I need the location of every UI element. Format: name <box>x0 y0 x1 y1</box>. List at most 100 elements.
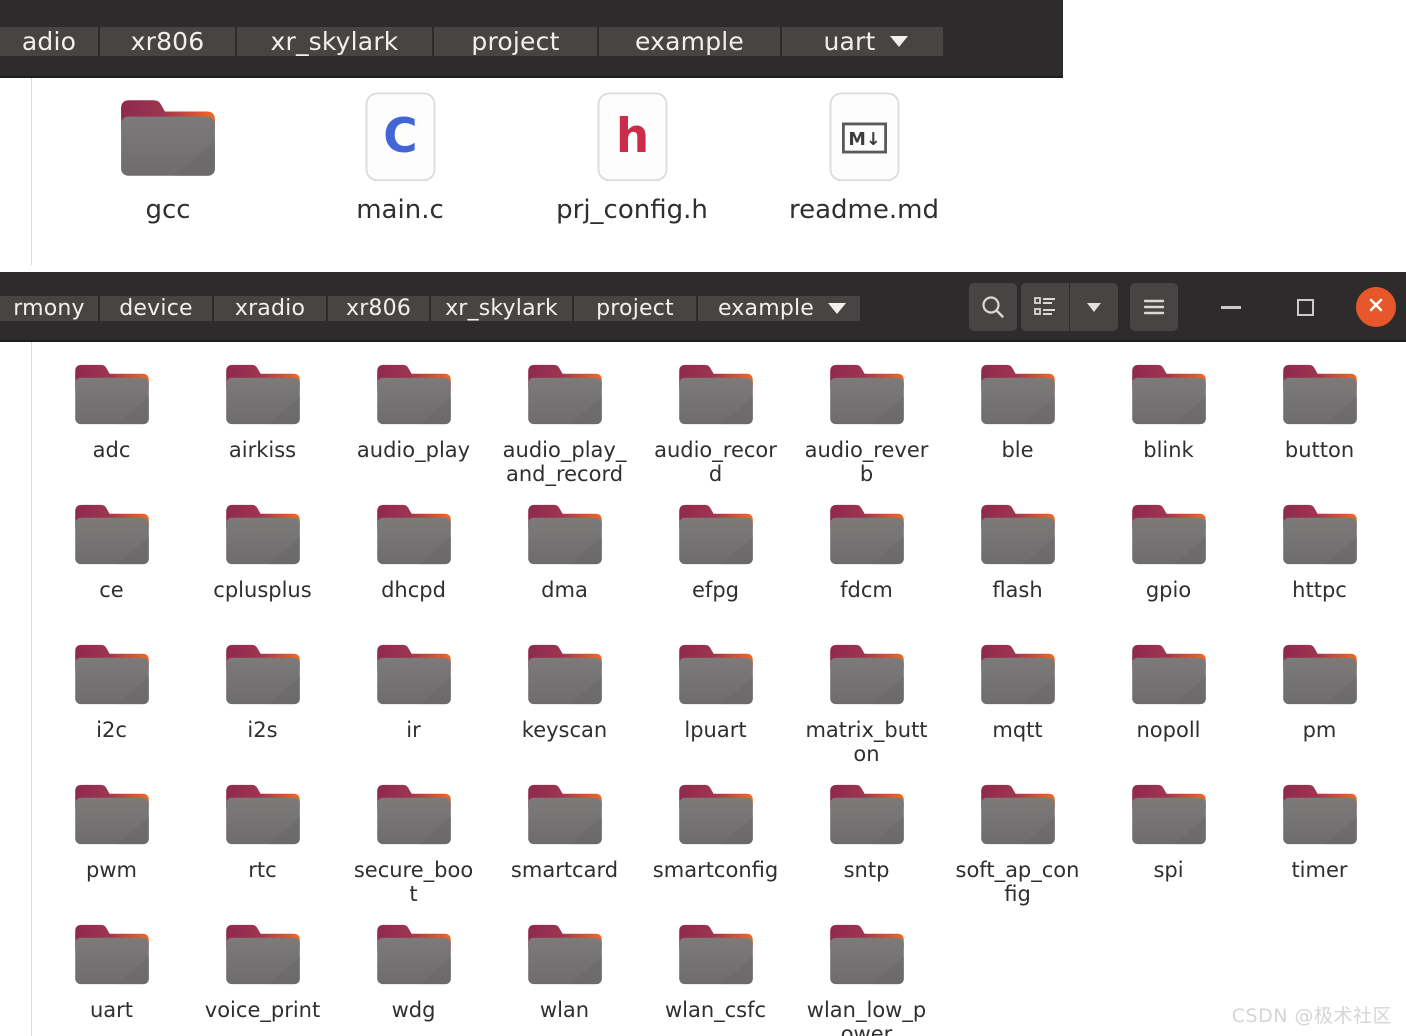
breadcrumb[interactable]: adio xr806 xr_skylark project example uart <box>0 9 945 73</box>
folder-item[interactable]: wlan_csfc <box>640 916 791 1036</box>
sidebar-divider <box>31 342 32 1036</box>
folder-label: secure_boot <box>353 858 474 906</box>
folder-icon <box>525 360 605 433</box>
folder-label: airkiss <box>228 438 297 462</box>
folder-icon <box>374 500 454 573</box>
folder-item[interactable]: airkiss <box>187 356 338 496</box>
folder-item[interactable]: voice_print <box>187 916 338 1036</box>
folder-item[interactable]: dma <box>489 496 640 636</box>
folder-icon <box>525 920 605 993</box>
folder-icon <box>1129 780 1209 853</box>
folder-item[interactable]: adc <box>36 356 187 496</box>
file-item[interactable]: h prj_config.h <box>516 86 748 225</box>
breadcrumb-item-uart[interactable]: uart <box>782 26 945 56</box>
folder-item[interactable]: mqtt <box>942 636 1093 776</box>
folder-item[interactable]: audio_reverb <box>791 356 942 496</box>
folder-label: spi <box>1153 858 1184 882</box>
folder-item[interactable]: i2c <box>36 636 187 776</box>
folder-item[interactable]: timer <box>1244 776 1395 916</box>
folder-item[interactable]: smartcard <box>489 776 640 916</box>
file-manager-window-example[interactable]: rmony device xradio xr806 xr_skylark project e… <box>0 272 1406 1036</box>
breadcrumb-item-project[interactable]: project <box>434 26 599 56</box>
folder-item[interactable]: sntp <box>791 776 942 916</box>
folder-grid[interactable]: adc airkiss audio_play audio_play_and_re… <box>0 342 1406 1036</box>
breadcrumb-label: example <box>634 26 744 56</box>
folder-item[interactable]: efpg <box>640 496 791 636</box>
file-item[interactable]: M↓ readme.md <box>748 86 980 225</box>
maximize-button[interactable] <box>1282 284 1328 330</box>
folder-label: dma <box>541 578 588 602</box>
breadcrumb-item-xr806[interactable]: xr806 <box>100 26 237 56</box>
folder-item[interactable]: wdg <box>338 916 489 1036</box>
breadcrumb-item-xr806[interactable]: xr806 <box>328 296 431 321</box>
folder-item[interactable]: soft_ap_config <box>942 776 1093 916</box>
breadcrumb[interactable]: rmony device xradio xr806 xr_skylark project e… <box>0 281 862 337</box>
breadcrumb-item-example[interactable]: example <box>698 296 862 321</box>
breadcrumb-item-example[interactable]: example <box>599 26 782 56</box>
top-file-grid[interactable]: gcc C main.c h prj_config.h M↓ readme.md <box>0 78 1063 225</box>
view-list-button[interactable] <box>1021 283 1069 331</box>
breadcrumb-item-xr_skylark[interactable]: xr_skylark <box>237 26 434 56</box>
bottom-window-titlebar[interactable]: rmony device xradio xr806 xr_skylark project e… <box>0 272 1406 342</box>
folder-item[interactable]: audio_play <box>338 356 489 496</box>
titlebar-actions[interactable] <box>969 272 1406 342</box>
folder-item[interactable]: pm <box>1244 636 1395 776</box>
folder-item[interactable]: secure_boot <box>338 776 489 916</box>
folder-item[interactable]: uart <box>36 916 187 1036</box>
file-manager-window-uart[interactable]: adio xr806 xr_skylark project example uart gc… <box>0 0 1063 265</box>
folder-item[interactable]: dhcpd <box>338 496 489 636</box>
folder-item[interactable]: blink <box>1093 356 1244 496</box>
minimize-button[interactable] <box>1208 284 1254 330</box>
folder-item[interactable]: i2s <box>187 636 338 776</box>
folder-item[interactable]: audio_record <box>640 356 791 496</box>
folder-item[interactable]: lpuart <box>640 636 791 776</box>
file-item[interactable]: C main.c <box>284 86 516 225</box>
folder-icon <box>374 780 454 853</box>
close-button[interactable] <box>1356 287 1396 327</box>
folder-item[interactable]: keyscan <box>489 636 640 776</box>
folder-item[interactable]: ir <box>338 636 489 776</box>
folder-item[interactable]: httpc <box>1244 496 1395 636</box>
folder-label: wdg <box>391 998 436 1022</box>
folder-item[interactable]: pwm <box>36 776 187 916</box>
folder-label: efpg <box>692 578 739 602</box>
search-button[interactable] <box>969 283 1017 331</box>
folder-item[interactable]: smartconfig <box>640 776 791 916</box>
folder-item[interactable]: nopoll <box>1093 636 1244 776</box>
folder-item[interactable]: wlan <box>489 916 640 1036</box>
folder-item[interactable]: gcc <box>52 86 284 225</box>
breadcrumb-item-device[interactable]: device <box>100 296 214 321</box>
folder-icon <box>978 780 1058 853</box>
folder-icon <box>117 86 219 190</box>
folder-item[interactable]: ble <box>942 356 1093 496</box>
folder-item[interactable]: rtc <box>187 776 338 916</box>
folder-item[interactable]: ce <box>36 496 187 636</box>
folder-item[interactable]: audio_play_and_record <box>489 356 640 496</box>
view-options-button[interactable] <box>1070 283 1118 331</box>
folder-label: ble <box>1001 438 1034 462</box>
folder-label: cplusplus <box>213 578 312 602</box>
folder-item[interactable]: cplusplus <box>187 496 338 636</box>
menu-button[interactable] <box>1130 283 1178 331</box>
folder-item[interactable]: flash <box>942 496 1093 636</box>
top-window-titlebar[interactable]: adio xr806 xr_skylark project example uart <box>0 0 1063 78</box>
breadcrumb-item-rmony[interactable]: rmony <box>0 296 100 321</box>
breadcrumb-label: uart <box>823 26 876 56</box>
folder-item[interactable]: matrix_button <box>791 636 942 776</box>
breadcrumb-item-adio[interactable]: adio <box>0 26 100 56</box>
breadcrumb-item-project[interactable]: project <box>574 296 698 321</box>
folder-item[interactable]: wlan_low_power <box>791 916 942 1036</box>
folder-item[interactable]: gpio <box>1093 496 1244 636</box>
top-window-file-area[interactable]: gcc C main.c h prj_config.h M↓ readme.md <box>0 78 1063 265</box>
folder-item[interactable]: button <box>1244 356 1395 496</box>
breadcrumb-item-xradio[interactable]: xradio <box>214 296 328 321</box>
folder-item[interactable]: fdcm <box>791 496 942 636</box>
folder-icon <box>525 640 605 713</box>
maximize-icon <box>1296 298 1314 316</box>
search-icon <box>980 294 1006 320</box>
folder-icon <box>72 500 152 573</box>
breadcrumb-item-xr_skylark[interactable]: xr_skylark <box>431 296 574 321</box>
bottom-window-file-area[interactable]: adc airkiss audio_play audio_play_and_re… <box>0 342 1406 1036</box>
folder-item[interactable]: spi <box>1093 776 1244 916</box>
breadcrumb-label: xr_skylark <box>270 26 399 56</box>
